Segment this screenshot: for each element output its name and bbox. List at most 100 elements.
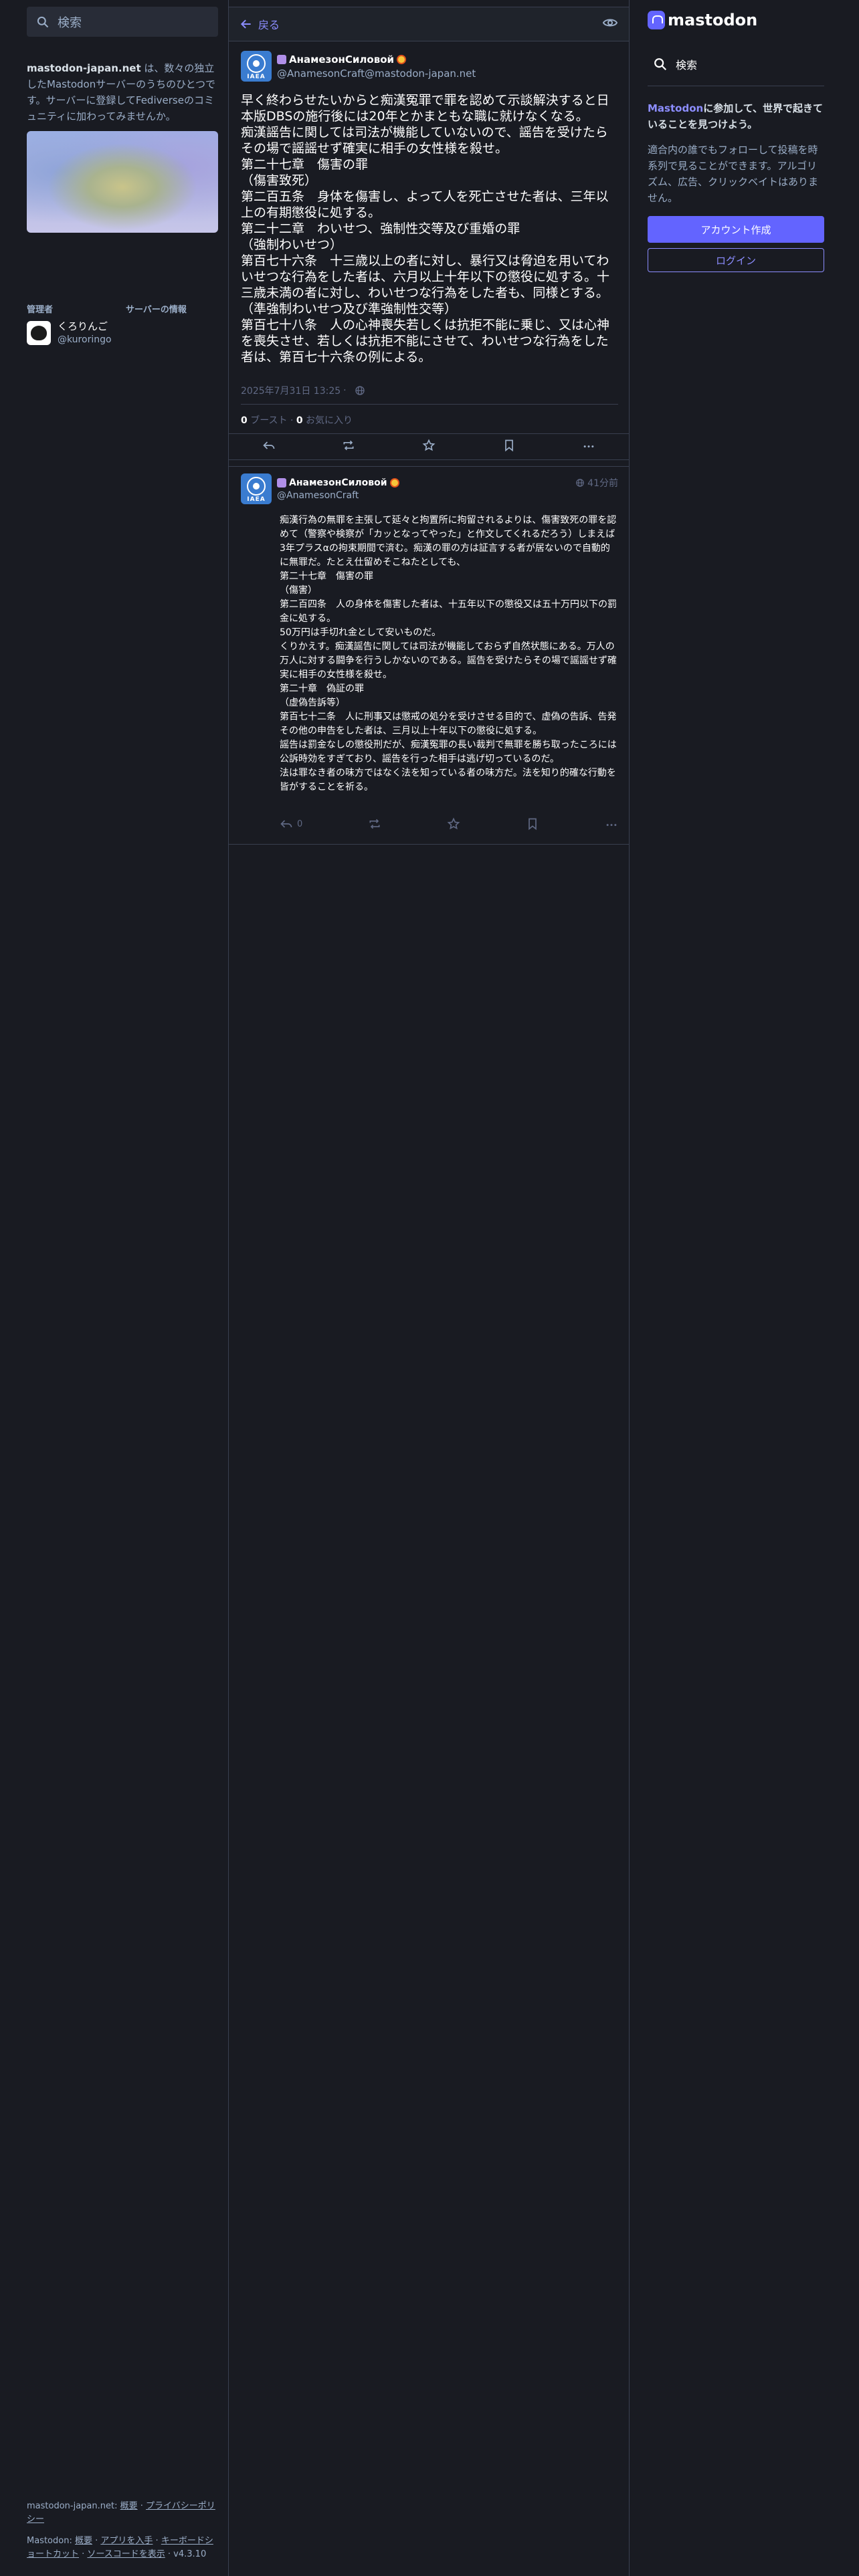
search-input[interactable]: 検索 (27, 7, 218, 37)
divider (241, 404, 618, 405)
more-button[interactable] (582, 439, 595, 455)
mastodon-logo-icon (648, 11, 665, 29)
star-icon (447, 817, 460, 830)
reply-content: 痴漢行為の無罪を主張して延々と拘置所に拘留されるよりは、傷害致死の罪を認めて（警… (280, 515, 617, 792)
boost-icon (343, 440, 354, 451)
favourite-button[interactable] (422, 439, 436, 455)
arrow-left-icon (240, 19, 251, 29)
left-column: 検索 mastodon-japan.net は、数々の独立したMastodonサ… (27, 0, 218, 2576)
back-button[interactable]: 戻る (240, 16, 280, 32)
admin-name: くろりんご (58, 320, 108, 332)
server-name: mastodon-japan.net (27, 62, 141, 74)
footer-separator: · (92, 2536, 101, 2546)
back-label: 戻る (258, 19, 280, 31)
server-hero-image (27, 131, 218, 233)
post-stats: 0 ブースト · 0 お気に入り (241, 413, 353, 427)
logo-text: mastodon (668, 11, 758, 29)
reply-action-bar: 0 (280, 817, 618, 831)
boosts-label[interactable]: ブースト (248, 415, 287, 426)
post-author[interactable]: IAEA АнамезонСиловой @AnamesonCraft@mast… (241, 51, 476, 82)
server-info-label: サーバーの情報 (126, 305, 187, 315)
footer-mastodon-prefix: Mastodon: (27, 2536, 75, 2546)
bookmark-button[interactable] (502, 439, 516, 455)
avatar-text: IAEA (247, 74, 266, 80)
boosts-count: 0 (241, 415, 248, 426)
join-heading-brand: Mastodon (648, 102, 704, 114)
mastodon-footer: Mastodon: 概要 · アプリを入手 · キーボードショートカット · ソ… (27, 2535, 218, 2561)
ellipsis-icon (606, 824, 617, 827)
mastodon-logo[interactable]: mastodon (648, 11, 757, 29)
server-footer: mastodon-japan.net: 概要 · プライバシーポリシー (27, 2500, 218, 2527)
nav-search-label: 検索 (676, 59, 698, 72)
emoji-face-icon (389, 477, 399, 488)
right-column: mastodon 検索 Mastodonに参加して、世界で起きていることを見つけ… (648, 0, 824, 2576)
reply-icon (263, 441, 275, 449)
boost-icon (369, 819, 380, 829)
custom-emoji-icon (277, 477, 286, 488)
nav-search-link[interactable]: 検索 (648, 56, 697, 72)
post-content: 早く終わらせたいからと痴漢冤罪で罪を認めて示談解決すると日本版DBSの施行後には… (241, 93, 610, 364)
search-icon (37, 16, 49, 27)
star-icon (422, 439, 436, 451)
favourite-button[interactable] (447, 817, 460, 831)
server-about: mastodon-japan.net は、数々の独立したMastodonサーバー… (27, 60, 218, 124)
search-placeholder: 検索 (58, 15, 82, 30)
post-datetime-link[interactable]: 2025年7月31日 13:25 (241, 384, 341, 397)
footer-separator: · (79, 2549, 88, 2559)
toggle-visibility-button[interactable] (602, 15, 618, 33)
reply-count: 0 (297, 819, 303, 829)
post-action-bar (229, 433, 629, 460)
admin-handle: @kuroringo (58, 334, 112, 345)
avatar-text: IAEA (247, 496, 266, 503)
footer-apps-link[interactable]: アプリを入手 (100, 2536, 153, 2546)
eye-icon (602, 19, 618, 27)
admin-label: 管理者 (27, 305, 54, 315)
reply-button[interactable]: 0 (280, 817, 302, 831)
boost-button[interactable] (368, 817, 381, 831)
admin-account[interactable]: くろりんご @kuroringo (27, 320, 112, 346)
footer-source-link[interactable]: ソースコードを表示 (87, 2549, 165, 2559)
footer-version: · v4.3.10 (165, 2549, 207, 2559)
boost-button[interactable] (342, 439, 355, 455)
bookmark-button[interactable] (526, 817, 539, 831)
footer-mastodon-about-link[interactable]: 概要 (75, 2536, 92, 2546)
bookmark-icon (529, 818, 537, 831)
meta-separator: · (343, 385, 347, 396)
author-handle: @AnamesonCraft@mastodon-japan.net (277, 67, 476, 80)
reply-time-link[interactable]: 41分前 (575, 476, 618, 490)
reply-author[interactable]: IAEA АнамезонСиловой @AnamesonCraft 41分前 (241, 473, 618, 504)
footer-server-prefix: mastodon-japan.net: (27, 2501, 120, 2511)
reply-handle: @AnamesonCraft (277, 490, 359, 501)
join-heading: Mastodonに参加して、世界で起きていることを見つけよう。 (648, 100, 824, 132)
reply-avatar[interactable]: IAEA (241, 473, 272, 504)
footer-separator: · (137, 2501, 147, 2511)
more-button[interactable] (605, 817, 618, 831)
main-column: 戻る IAEA АнамезонСиловой @AnamesonCraft@m… (228, 0, 630, 2576)
reply-time: 41分前 (587, 478, 618, 489)
stats-separator: · (287, 415, 296, 426)
column-header: 戻る (229, 7, 629, 41)
login-button[interactable]: ログイン (648, 248, 824, 272)
footer-server-about-link[interactable]: 概要 (120, 2501, 138, 2511)
reply-display-name: АнамезонСиловой (289, 477, 387, 488)
bookmark-icon (504, 439, 513, 452)
globe-icon (355, 386, 365, 395)
favourites-label[interactable]: お気に入り (303, 415, 353, 426)
post-meta: 2025年7月31日 13:25 · (241, 384, 365, 397)
avatar[interactable]: IAEA (241, 51, 272, 82)
author-display-name: АнамезонСиловой (289, 53, 395, 66)
globe-icon (576, 479, 585, 487)
join-description: 適合内の誰でもフォローして投稿を時系列で見ることができます。アルゴリズム、広告、… (648, 144, 819, 204)
reply-button[interactable] (262, 439, 276, 455)
reply-icon (280, 820, 292, 828)
search-icon (654, 58, 667, 71)
thread-separator (229, 460, 629, 467)
divider (229, 844, 629, 845)
favourites-count: 0 (296, 415, 303, 426)
page: 検索 mastodon-japan.net は、数々の独立したMastodonサ… (0, 0, 859, 2576)
create-account-button[interactable]: アカウント作成 (648, 216, 824, 243)
ellipsis-icon (583, 445, 594, 448)
emoji-face-icon (397, 54, 407, 64)
footer-separator: · (153, 2536, 161, 2546)
admin-avatar (27, 321, 51, 345)
